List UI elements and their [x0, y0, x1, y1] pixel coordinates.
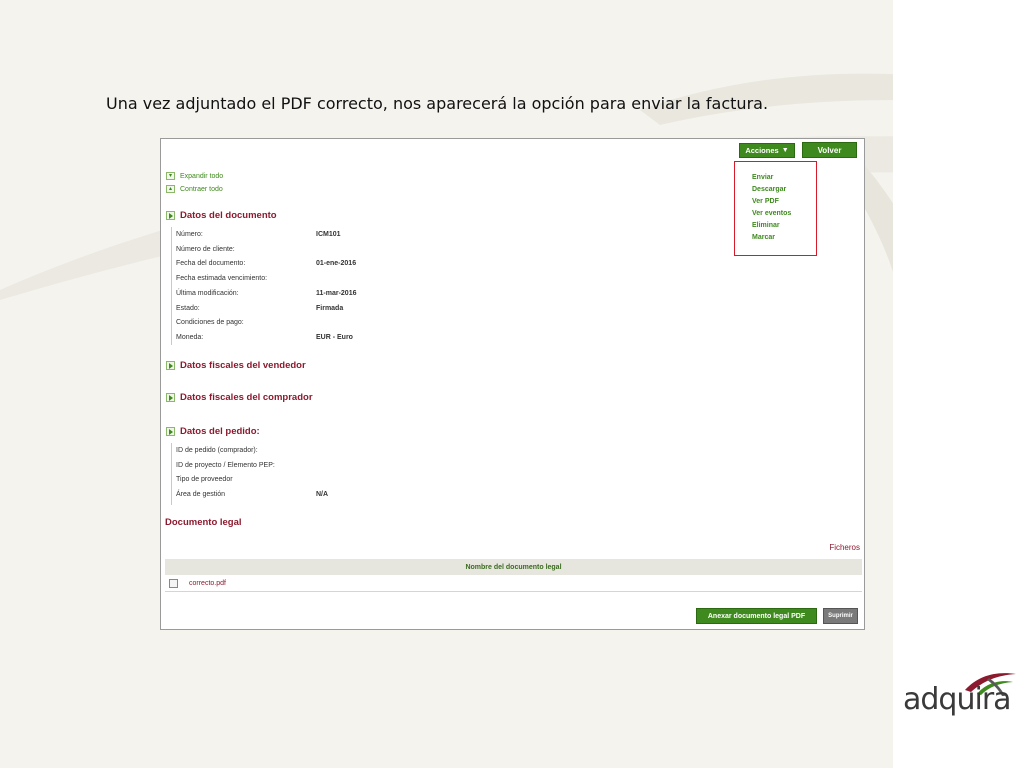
- section-title-vendedor: Datos fiscales del vendedor: [180, 360, 306, 371]
- right-panel-band: [893, 0, 1024, 768]
- field-value: EUR - Euro: [316, 334, 353, 341]
- field-label: ID de proyecto / Elemento PEP:: [176, 462, 275, 469]
- expand-arrow-icon: [166, 361, 175, 370]
- actions-dropdown-menu: Enviar Descargar Ver PDF Ver eventos Eli…: [734, 161, 817, 256]
- expand-all-label: Expandir todo: [180, 172, 224, 180]
- section-title-documento: Datos del documento: [180, 210, 277, 221]
- field-label: Estado:: [176, 305, 200, 312]
- field-label: Número:: [176, 231, 203, 238]
- expand-arrow-icon: [166, 427, 175, 436]
- legal-table-header: Nombre del documento legal: [165, 559, 862, 575]
- field-value: N/A: [316, 491, 329, 498]
- section-divider: [171, 443, 172, 505]
- volver-button[interactable]: Volver: [802, 142, 857, 158]
- expand-arrow-icon: [166, 393, 175, 402]
- anexar-pdf-button[interactable]: Anexar documento legal PDF: [696, 608, 817, 624]
- field-value: 01-ene-2016: [316, 260, 357, 267]
- chevron-down-icon: ▼: [781, 147, 789, 154]
- expand-arrow-icon: [166, 211, 175, 220]
- invoice-detail-panel: Acciones ▼ Volver Enviar Descargar Ver P…: [160, 138, 865, 630]
- menu-item-marcar[interactable]: Marcar: [752, 234, 775, 241]
- field-label: Fecha del documento:: [176, 260, 246, 267]
- acciones-button[interactable]: Acciones ▼: [739, 143, 795, 158]
- section-datos-documento[interactable]: Datos del documento: [166, 210, 277, 221]
- field-value: ICM101: [316, 231, 341, 238]
- collapse-all-link[interactable]: ▴ Contraer todo: [166, 185, 223, 193]
- logo-text: adquira: [903, 682, 1012, 717]
- expand-icon: ▾: [166, 172, 175, 180]
- collapse-icon: ▴: [166, 185, 175, 193]
- menu-item-enviar[interactable]: Enviar: [752, 174, 773, 181]
- field-label: Fecha estimada vencimiento:: [176, 275, 268, 282]
- expand-all-link[interactable]: ▾ Expandir todo: [166, 172, 223, 180]
- field-value: Firmada: [316, 305, 344, 312]
- field-label: Condiciones de pago:: [176, 319, 244, 326]
- collapse-all-label: Contraer todo: [180, 185, 223, 193]
- ficheros-link[interactable]: Ficheros: [829, 543, 860, 552]
- menu-item-descargar[interactable]: Descargar: [752, 186, 786, 193]
- field-label: Área de gestión: [176, 491, 226, 498]
- file-link[interactable]: correcto.pdf: [189, 580, 226, 587]
- file-checkbox[interactable]: [169, 578, 178, 588]
- suprimir-button[interactable]: Suprimir: [823, 608, 858, 624]
- field-label: Número de cliente:: [176, 246, 235, 253]
- section-datos-comprador[interactable]: Datos fiscales del comprador: [166, 392, 313, 403]
- legal-document-title: Documento legal: [165, 517, 242, 528]
- field-label: Moneda:: [176, 334, 204, 341]
- section-divider: [171, 227, 172, 345]
- acciones-label: Acciones: [745, 146, 779, 155]
- section-datos-pedido[interactable]: Datos del pedido:: [166, 426, 260, 437]
- field-label: Última modificación:: [176, 290, 239, 297]
- slide-caption: Una vez adjuntado el PDF correcto, nos a…: [106, 94, 769, 113]
- field-label: Tipo de proveedor: [176, 476, 233, 483]
- menu-item-eliminar[interactable]: Eliminar: [752, 222, 780, 229]
- field-value: 11-mar-2016: [316, 290, 357, 297]
- section-title-comprador: Datos fiscales del comprador: [180, 392, 313, 403]
- menu-item-ver-eventos[interactable]: Ver eventos: [752, 210, 791, 217]
- adquira-logo: adquira: [903, 668, 1018, 723]
- section-datos-vendedor[interactable]: Datos fiscales del vendedor: [166, 360, 306, 371]
- field-label: ID de pedido (comprador):: [176, 447, 258, 454]
- menu-item-ver-pdf[interactable]: Ver PDF: [752, 198, 779, 205]
- table-row: correcto.pdf: [165, 575, 862, 592]
- section-title-pedido: Datos del pedido:: [180, 426, 260, 437]
